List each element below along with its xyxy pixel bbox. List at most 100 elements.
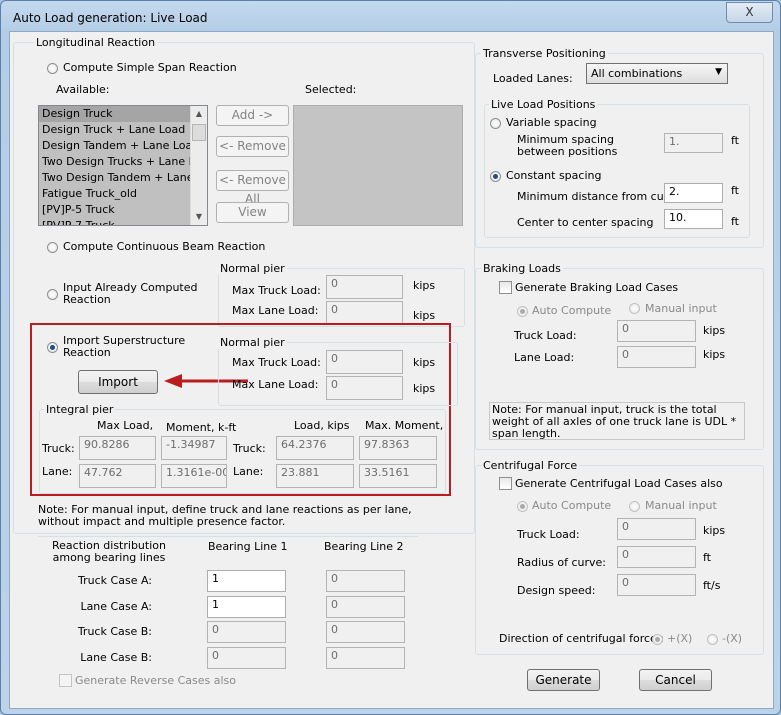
longitudinal-reaction-label: Longitudinal Reaction <box>34 36 158 49</box>
bearing-line-2-field[interactable]: 0 <box>326 596 405 618</box>
braking-auto-label: Auto Compute <box>532 304 612 317</box>
centrifugal-truck-field[interactable]: 0 <box>617 518 696 540</box>
generate-button[interactable]: Generate <box>527 669 600 691</box>
normal-pier-label: Normal pier <box>218 262 287 275</box>
distribution-row-label: Lane Case B: <box>80 651 152 664</box>
ip-moment-header: Moment, k-ft <box>166 421 237 434</box>
available-list-item[interactable]: Two Design Tandem + Lane Load <box>39 170 207 186</box>
loaded-lanes-dropdown[interactable]: All combinations ▼ <box>586 63 728 84</box>
available-list-item[interactable]: [PV]P-7 Truck <box>39 218 207 225</box>
scroll-down-icon[interactable]: ▼ <box>191 209 207 225</box>
available-list-item[interactable]: Design Tandem + Lane Load <box>39 138 207 154</box>
bearing-line-1-field[interactable]: 1 <box>207 570 286 592</box>
constant-spacing-label: Constant spacing <box>506 169 602 182</box>
bearing-line-2-field[interactable]: 0 <box>326 647 405 669</box>
ip-truck-label-2: Truck: <box>233 442 266 455</box>
braking-manual-radio[interactable] <box>629 303 640 314</box>
reverse-cases-checkbox[interactable] <box>59 674 72 687</box>
min-spacing-field[interactable]: 1. <box>664 133 723 153</box>
min-curb-field[interactable]: 2. <box>664 183 723 203</box>
direction-plus-radio[interactable] <box>652 634 663 645</box>
remove-button[interactable]: <- Remove <box>216 136 289 157</box>
available-list-item[interactable]: Two Design Trucks + Lane Load <box>39 154 207 170</box>
centrifugal-generate-checkbox[interactable] <box>499 477 512 490</box>
scroll-thumb[interactable] <box>192 124 206 141</box>
distribution-row-label: Truck Case A: <box>78 574 152 587</box>
max-truck-load-field[interactable]: 0 <box>326 275 403 299</box>
bearing-line-1-field[interactable]: 1 <box>207 596 286 618</box>
braking-auto-radio[interactable] <box>517 306 528 317</box>
continuous-beam-radio[interactable] <box>47 242 58 253</box>
selected-loads-list[interactable] <box>293 105 463 226</box>
max-truck-load-import-field[interactable]: 0 <box>326 350 403 374</box>
import-superstructure-radio[interactable] <box>47 342 58 353</box>
bearing-line-1-header: Bearing Line 1 <box>208 540 288 553</box>
available-loads-list[interactable]: Design Truck Design Truck + Lane Load Desi… <box>38 105 208 226</box>
braking-truck-field[interactable]: 0 <box>617 320 696 342</box>
ft-unit: ft <box>731 134 739 147</box>
add-button[interactable]: Add -> <box>216 105 289 126</box>
ip-lane-load[interactable]: 23.881 <box>276 464 354 488</box>
close-button[interactable]: X <box>726 2 773 23</box>
radius-field[interactable]: 0 <box>617 546 696 568</box>
distribution-row-label: Lane Case A: <box>80 600 152 613</box>
constant-spacing-radio[interactable] <box>490 171 501 182</box>
braking-note: Note: For manual input, truck is the tot… <box>489 402 745 440</box>
ip-truck-max-moment[interactable]: 97.8363 <box>359 436 437 460</box>
variable-spacing-radio[interactable] <box>490 118 501 129</box>
remove-all-button[interactable]: <- Remove All <box>216 170 289 206</box>
min-curb-label: Minimum distance from curb <box>517 190 676 203</box>
import-button[interactable]: Import <box>78 370 158 394</box>
design-speed-field[interactable]: 0 <box>617 574 696 596</box>
ip-truck-moment[interactable]: -1.34987 <box>161 436 227 460</box>
title-bar: Auto Load generation: Live Load X <box>1 1 780 31</box>
bearing-line-2-field[interactable]: 0 <box>326 570 405 592</box>
bearing-line-2-field[interactable]: 0 <box>326 621 405 643</box>
transverse-positioning-label: Transverse Positioning <box>481 47 608 60</box>
centrifugal-manual-radio[interactable] <box>629 501 640 512</box>
radius-label: Radius of curve: <box>517 556 607 569</box>
ip-max-moment-header: Max. Moment, <box>365 419 444 432</box>
centrifugal-auto-radio[interactable] <box>517 501 528 512</box>
centrifugal-manual-label: Manual input <box>645 499 717 512</box>
available-list-item[interactable]: Fatigue Truck_old <box>39 186 207 202</box>
simple-span-label: Compute Simple Span Reaction <box>63 61 237 74</box>
centrifugal-auto-label: Auto Compute <box>532 499 612 512</box>
bearing-line-1-field[interactable]: 0 <box>207 621 286 643</box>
available-list-scrollbar[interactable]: ▲ ▼ <box>190 106 207 225</box>
kips-unit: kips <box>703 348 726 361</box>
available-list-item[interactable]: [PV]P-5 Truck <box>39 202 207 218</box>
view-button[interactable]: View <box>216 202 289 223</box>
braking-lane-field[interactable]: 0 <box>617 346 696 368</box>
min-spacing-label: Minimum spacing between positions <box>517 133 618 158</box>
simple-span-radio[interactable] <box>47 63 58 74</box>
available-list-item[interactable]: Design Truck + Lane Load <box>39 122 207 138</box>
kips-unit: kips <box>413 356 436 369</box>
cancel-button[interactable]: Cancel <box>639 669 712 691</box>
kips-unit: kips <box>413 279 436 292</box>
ip-lane-max-moment[interactable]: 33.5161 <box>359 464 437 488</box>
dialog-window: Auto Load generation: Live Load X Longit… <box>0 0 781 715</box>
distribution-separator <box>38 536 418 537</box>
ip-lane-moment[interactable]: 1.3161e-006 <box>161 464 227 488</box>
kips-unit: kips <box>703 524 726 537</box>
loaded-lanes-label: Loaded Lanes: <box>493 72 573 85</box>
center-spacing-field[interactable]: 10. <box>664 209 723 229</box>
ip-truck-max-load[interactable]: 90.8286 <box>79 436 156 460</box>
ip-lane-max-load[interactable]: 47.762 <box>79 464 156 488</box>
braking-generate-checkbox[interactable] <box>499 281 512 294</box>
kips-unit: kips <box>413 382 436 395</box>
bearing-line-1-field[interactable]: 0 <box>207 647 286 669</box>
braking-manual-label: Manual input <box>645 302 717 315</box>
ip-truck-load[interactable]: 64.2376 <box>276 436 354 460</box>
already-computed-label: Input Already Computed Reaction <box>63 281 198 306</box>
scroll-up-icon[interactable]: ▲ <box>191 106 207 122</box>
direction-minus-radio[interactable] <box>707 634 718 645</box>
max-lane-load-import-field[interactable]: 0 <box>326 376 403 400</box>
max-truck-load-label: Max Truck Load: <box>232 284 321 297</box>
braking-loads-label: Braking Loads <box>481 262 563 275</box>
max-lane-load-field[interactable]: 0 <box>326 301 403 325</box>
max-truck-load-label: Max Truck Load: <box>232 356 321 369</box>
available-list-item[interactable]: Design Truck <box>39 106 207 122</box>
already-computed-radio[interactable] <box>47 289 58 300</box>
